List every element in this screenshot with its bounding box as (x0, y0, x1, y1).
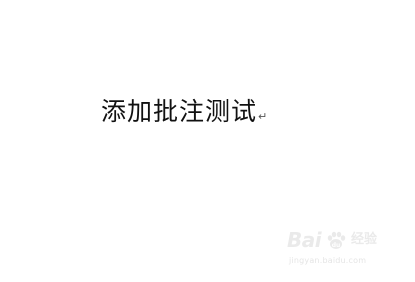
document-page: 添加批注测试↵ Bai du 经验 jingyan.baidu.com (0, 0, 415, 282)
watermark-logo-text: Bai (287, 228, 322, 252)
paw-icon: du (327, 231, 346, 249)
watermark-url: jingyan.baidu.com (289, 256, 367, 265)
watermark-product-text: 经验 (351, 232, 378, 247)
paragraph-mark: ↵ (258, 110, 268, 123)
watermark-paw-text: du (332, 242, 341, 249)
baidu-jingyan-watermark: Bai du 经验 jingyan.baidu.com (287, 228, 407, 272)
document-text[interactable]: 添加批注测试 (101, 97, 257, 126)
document-body-text[interactable]: 添加批注测试↵ (101, 93, 267, 136)
